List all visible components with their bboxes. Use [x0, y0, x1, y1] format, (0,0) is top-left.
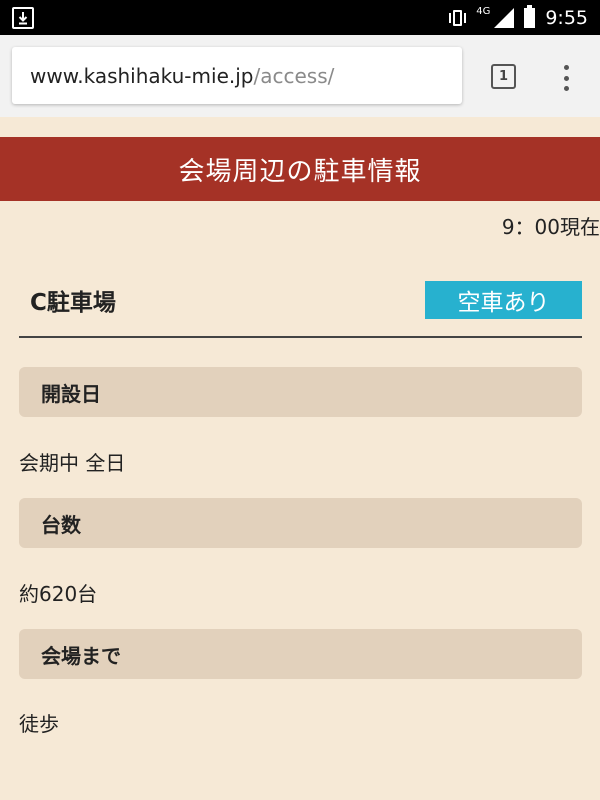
section-value-capacity: 約620台 — [19, 582, 98, 606]
tabs-button[interactable]: 1 — [491, 64, 516, 89]
network-type: 4G — [476, 6, 491, 17]
status-icons: 4G 9:55 — [449, 0, 588, 35]
tab-count: 1 — [498, 69, 509, 84]
section-value-distance: 徒歩 — [19, 712, 59, 736]
update-timestamp: 9：00現在 — [501, 215, 600, 239]
section-header-distance: 会場まで — [19, 629, 582, 679]
signal-icon — [494, 7, 515, 28]
section-header-opening-days: 開設日 — [19, 367, 582, 417]
vibrate-icon — [449, 9, 467, 26]
overflow-menu-icon[interactable] — [556, 63, 576, 93]
clock: 9:55 — [545, 6, 588, 29]
page-title: 会場周辺の駐車情報 — [0, 137, 600, 201]
status-bar: 4G 9:55 — [0, 0, 600, 35]
parking-lot-name: C駐車場 — [30, 290, 116, 316]
url-path: /access/ — [253, 63, 335, 88]
section-header-capacity: 台数 — [19, 498, 582, 548]
address-bar[interactable]: www.kashihaku-mie.jp/access/ — [12, 47, 462, 104]
url-domain: www.kashihaku-mie.jp — [30, 63, 254, 88]
browser-toolbar: www.kashihaku-mie.jp/access/ 1 — [0, 35, 600, 117]
divider — [19, 336, 582, 338]
battery-icon — [524, 4, 536, 28]
vacancy-status-badge: 空車あり — [425, 281, 582, 319]
section-value-opening-days: 会期中 全日 — [19, 451, 126, 475]
download-icon — [12, 7, 34, 29]
